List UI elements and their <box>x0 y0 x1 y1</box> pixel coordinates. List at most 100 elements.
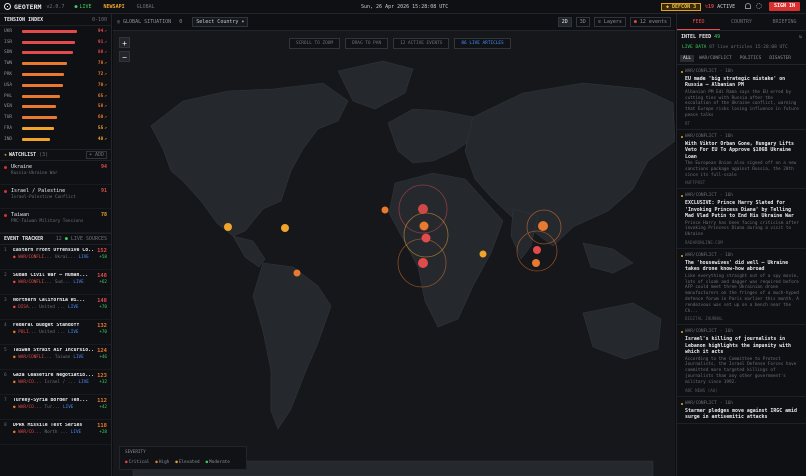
tension-country-code: UKR <box>4 28 13 34</box>
event-title: Gaza Ceasefire Negotiatio... <box>13 372 93 378</box>
event-location: United ... <box>39 329 66 335</box>
tension-title: TENSION INDEX <box>4 16 44 23</box>
feed-title: EXCLUSIVE: Prince Harry Slated for 'Invo… <box>685 200 794 220</box>
zoom-out-button[interactable]: − <box>119 51 130 62</box>
layers-button[interactable]: ≡ Layers <box>593 17 626 27</box>
tension-row[interactable]: PRK 72 ↗ <box>0 69 111 80</box>
tension-value: 94 <box>97 28 104 34</box>
event-item[interactable]: 2 Sudan Civil War — Human... ● WAR/CONFLI.… <box>0 270 111 295</box>
bell-icon[interactable] <box>745 3 751 9</box>
tension-bar <box>22 116 57 120</box>
event-location: United ... <box>39 304 66 310</box>
tension-value: 70 <box>97 82 104 88</box>
event-rank: 8 <box>4 422 7 428</box>
tension-row[interactable]: TUR 60 ↗ <box>0 112 111 123</box>
feed-item[interactable]: WAR/CONFLICT · 16h With Viktor Orban Gone,… <box>677 130 806 190</box>
tension-bar-track <box>22 62 80 66</box>
tension-bar-track <box>22 40 80 44</box>
feed-item[interactable]: WAR/CONFLICT · 16h Starmer pledges move ag… <box>677 397 806 425</box>
tension-row[interactable]: IND 48 ↗ <box>0 134 111 145</box>
active-number: 19 <box>708 4 715 10</box>
watchlist-item[interactable]: Taiwan PRC-Taiwan Military Tensions 78 <box>0 209 111 233</box>
event-live-badge: LIVE <box>73 279 84 285</box>
event-item[interactable]: 7 Turkey-Syria Border Ten... ● WAR/CO... Tu… <box>0 395 111 420</box>
tension-row[interactable]: PHL 65 ↗ <box>0 91 111 102</box>
map-hint-chip: SCROLL TO ZOOM <box>289 38 341 49</box>
zoom-in-button[interactable]: + <box>119 37 130 48</box>
country-select-value: Select Country <box>196 19 239 25</box>
marker-event <box>418 204 428 214</box>
feed-category: WAR/CONFLICT <box>685 69 717 74</box>
watchlist-body: Taiwan PRC-Taiwan Military Tensions <box>11 212 83 228</box>
event-item[interactable]: 4 Federal Budget Standoff ● POLI... United … <box>0 320 111 345</box>
global-situation-count: 0 <box>179 19 183 25</box>
map-canvas <box>132 60 675 476</box>
feed-item[interactable]: WAR/CONFLICT · 16h The 'housewives' did we… <box>677 249 806 326</box>
event-item[interactable]: 8 DPRK Missile Test Series ● WAR/CO... Nort… <box>0 420 111 445</box>
event-live-badge: LIVE <box>73 354 84 360</box>
app-logo[interactable]: GEOTERM v2.0.7 <box>0 3 64 11</box>
tension-row[interactable]: USA 70 ↗ <box>0 80 111 91</box>
feed-item[interactable]: WAR/CONFLICT · 16h EXCLUSIVE: Prince Harry… <box>677 189 806 250</box>
gear-icon[interactable] <box>756 3 762 9</box>
feed-description: The European Union also signed off on a … <box>685 161 797 178</box>
country-select[interactable]: Select Country ▾ <box>192 17 249 27</box>
trend-icon: ↗ <box>104 82 107 88</box>
tension-country-code: TWN <box>4 61 13 67</box>
watchlist-add-button[interactable]: + ADD <box>85 150 107 159</box>
watchlist-score: 94 <box>100 163 107 170</box>
map-hint-chip: DRAG TO PAN <box>345 38 389 49</box>
tension-row[interactable]: VEN 58 ↗ <box>0 102 111 113</box>
event-live-badge: LIVE <box>68 329 79 335</box>
tab-briefing[interactable]: BRIEFING <box>763 14 806 30</box>
event-item[interactable]: 5 Taiwan Strait Air Incursio... ● WAR/CONF… <box>0 345 111 370</box>
event-item[interactable]: 6 Gaza Ceasefire Negotiatio... ● WAR/CO...… <box>0 370 111 395</box>
watchlist-item[interactable]: Ukraine Russia-Ukraine War 94 <box>0 161 111 185</box>
global-source-tab[interactable]: GLOBAL <box>137 4 155 10</box>
chevron-down-icon: ▾ <box>241 19 245 25</box>
feed-filter-tab[interactable]: WAR/CONFLICT <box>696 55 735 62</box>
tab-country[interactable]: COUNTRY <box>720 14 763 30</box>
view-3d-button[interactable]: 3D <box>575 17 590 27</box>
south-america <box>252 262 332 430</box>
newsapi-source-tab[interactable]: NEWSAPI <box>104 4 125 10</box>
tension-range: 0-100 <box>91 16 107 23</box>
feed-description: Like everything straight out of a spy mo… <box>685 273 799 314</box>
refresh-icon[interactable]: ↻ <box>799 34 802 40</box>
event-category: WAR/CONFLI... <box>18 354 52 360</box>
defcon-badge[interactable]: ◆ DEFCON 3 <box>661 3 702 11</box>
events-count-button[interactable]: ● 12 events <box>629 17 671 27</box>
europe <box>387 108 476 164</box>
global-situation-text: GLOBAL SITUATION <box>123 19 172 25</box>
australia <box>582 302 662 360</box>
feed-title: EU made 'big strategic mistake' on Russi… <box>685 76 786 89</box>
tension-bar <box>22 62 68 66</box>
sign-in-button[interactable]: SIGN IN <box>769 2 800 11</box>
tension-row[interactable]: UKR 94 ↗ <box>0 26 111 37</box>
event-score: 148 <box>97 272 107 279</box>
world-map[interactable]: + − SCROLL TO ZOOM DRAG TO PAN 12 ACTIVE E… <box>113 31 675 476</box>
event-body: Gaza Ceasefire Negotiatio... ● WAR/CO... I… <box>13 373 93 391</box>
feed-filter-tab[interactable]: ALL <box>680 55 695 62</box>
left-sidebar: TENSION INDEX 0-100 UKR 94 ↗ ISR 91 ↗ SDN 88 ↗ TW… <box>0 14 112 476</box>
live-indicator: LIVE <box>74 4 91 10</box>
event-item[interactable]: 1 Eastern Front Offensive Co... ● WAR/CONF… <box>0 245 111 270</box>
view-2d-button[interactable]: 2D <box>557 17 572 27</box>
tension-row[interactable]: FRA 55 ↗ <box>0 123 111 134</box>
tension-row[interactable]: TWN 78 ↗ <box>0 58 111 69</box>
event-location: Tur... <box>44 404 61 410</box>
watchlist-item[interactable]: Israel / Palestine Israel-Palestine Confl… <box>0 185 111 209</box>
feed-source: RADARONLINE.COM <box>685 240 723 246</box>
event-category: WAR/CO... <box>18 379 42 385</box>
feed-item[interactable]: WAR/CONFLICT · 16h Israel's killing of jou… <box>677 325 806 397</box>
tension-row[interactable]: SDN 88 ↗ <box>0 48 111 59</box>
tab-feed[interactable]: FEED <box>677 14 720 30</box>
event-item[interactable]: 3 Northern California Wi... ● DISA... Unite… <box>0 295 111 320</box>
trend-icon: ↗ <box>104 126 107 132</box>
tension-row[interactable]: ISR 91 ↗ <box>0 37 111 48</box>
tension-bar-track <box>22 105 80 109</box>
feed-filter-tab[interactable]: DISASTER <box>766 55 794 62</box>
feed-item[interactable]: WAR/CONFLICT · 16h EU made 'big strategic … <box>677 65 806 130</box>
feed-filter-tab[interactable]: POLITICS <box>737 55 765 62</box>
marker-event <box>224 223 232 231</box>
